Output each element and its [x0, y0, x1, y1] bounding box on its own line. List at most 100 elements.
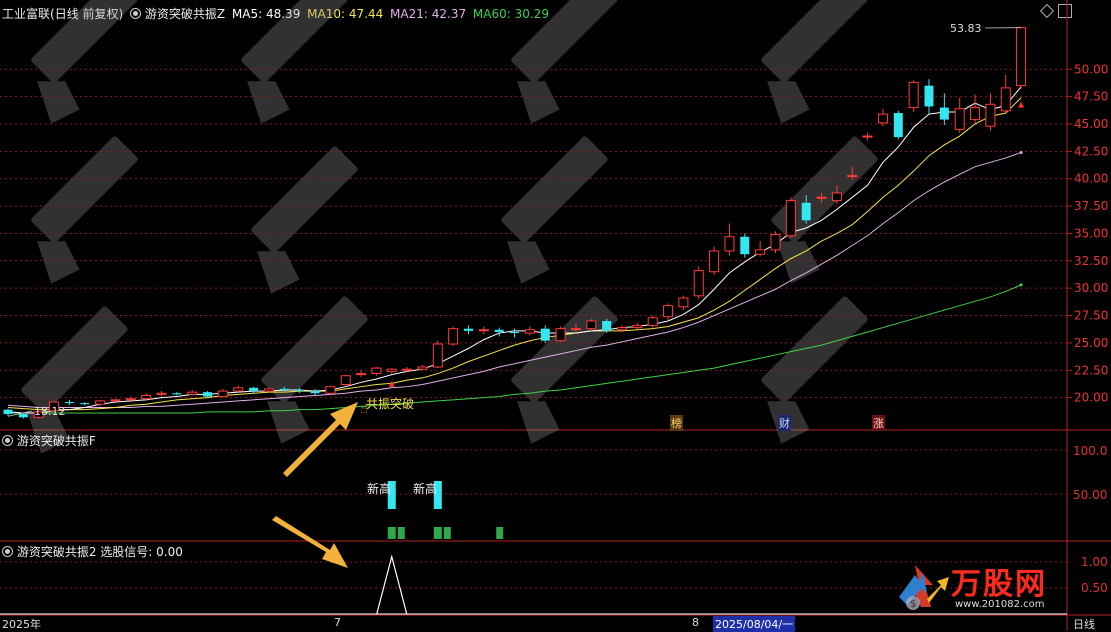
panel-f-header: 游资突破共振F [2, 432, 96, 449]
panel-2-tick-05: 0.50 [1081, 581, 1108, 595]
watermark-logo [489, 0, 645, 131]
panel-f-content [388, 481, 503, 539]
candle-body-up [587, 321, 596, 329]
candle-body-down [203, 392, 212, 396]
panel-2-settings-icon[interactable] [2, 546, 13, 557]
candle-body-up [679, 298, 688, 307]
candle-body-up [817, 197, 826, 198]
candle-body-up [157, 393, 166, 394]
price-tick-label: 47.50 [1074, 90, 1108, 104]
time-axis-month-8: 8 [692, 616, 699, 629]
candle-body-down [464, 329, 473, 331]
signal-label: 共振突破 [366, 395, 414, 412]
watermark-logo [239, 295, 395, 451]
candle-body-up [986, 104, 995, 126]
candle-body-up [571, 329, 580, 330]
candle-body-up [1001, 88, 1010, 111]
candle-body-up [832, 193, 841, 201]
brand-logo-icon: $ [893, 555, 953, 613]
candle-body-up [909, 82, 918, 107]
ma60-end [1020, 283, 1023, 286]
brand-name: 万股网 [951, 559, 1047, 603]
candle-body-down [940, 108, 949, 120]
candle-body-down [925, 86, 934, 107]
candle-body-up [664, 306, 673, 317]
price-tick-label: 25.00 [1074, 336, 1108, 350]
price-tick-label: 20.00 [1074, 391, 1108, 405]
panel-f-label-2: 新高 [413, 480, 437, 497]
price-tick-label: 27.50 [1074, 309, 1108, 323]
panel-f-title[interactable]: 游资突破共振F [17, 434, 96, 448]
candle-body-down [510, 332, 519, 333]
panel-2-title[interactable]: 游资突破共振2 [17, 545, 97, 559]
price-tick-label: 30.00 [1074, 281, 1108, 295]
candle-body-up [126, 399, 135, 400]
candle-body-up [633, 325, 642, 327]
candle-body-down [740, 237, 749, 255]
candle-body-up [756, 250, 765, 254]
candle-body-up [771, 235, 780, 250]
watermark-box [240, 0, 349, 84]
candle-body-down [280, 389, 289, 390]
panel-f-settings-icon[interactable] [2, 435, 13, 446]
candle-body-up [479, 330, 488, 331]
period-mode-button[interactable]: 日线 [1073, 616, 1095, 632]
panel-2-header: 游资突破共振2 选股信号: 0.00 [2, 543, 183, 560]
time-axis-year: 2025年 [2, 616, 41, 632]
candle-body-down [311, 391, 320, 393]
watermark-logo [9, 0, 165, 131]
candle-body-up [648, 318, 657, 326]
event-marker-bang[interactable]: 榜 [670, 415, 683, 431]
price-grid [0, 69, 1067, 588]
price-tick-label: 32.50 [1074, 254, 1108, 268]
svg-text:$: $ [910, 599, 916, 610]
candle-body-down [894, 113, 903, 137]
candle-body-down [172, 393, 181, 394]
candle-body-up [449, 329, 458, 344]
watermark-logo [479, 135, 635, 291]
candle-body-down [249, 388, 258, 391]
price-axis-ticks: 20.0022.5025.0027.5030.0032.5035.0037.50… [1067, 62, 1108, 404]
event-marker-zhang[interactable]: 涨 [872, 415, 885, 431]
candle-body-up [971, 108, 980, 120]
candle-body-up [387, 369, 396, 371]
ma21-end [1020, 151, 1023, 154]
watermark-logo [749, 135, 905, 291]
event-marker-cai[interactable]: 财 [778, 415, 791, 431]
chart-canvas[interactable]: 20.0022.5025.0027.5030.0032.5035.0037.50… [0, 0, 1111, 631]
hand-pointer-icon: ☝ [360, 402, 368, 417]
watermark-logo [229, 145, 385, 301]
panel-2-signal-peak [377, 557, 407, 614]
cursor-date-label: 2025/08/04/一 [713, 616, 795, 632]
watermark-logo [219, 0, 375, 131]
price-tick-label: 50.00 [1074, 62, 1108, 76]
panel-2-tick-1: 1.00 [1081, 555, 1108, 569]
panel-f-tick-100: 100.0 [1073, 444, 1107, 458]
candle-body-down [295, 390, 304, 391]
candle-body-up [264, 389, 273, 391]
candle-body-up [725, 237, 734, 251]
candle-body-up [556, 329, 565, 341]
candle-body-up [418, 367, 427, 369]
panel-2-signal: 选股信号: 0.00 [100, 545, 183, 559]
candle-body-down [80, 403, 89, 404]
watermark-box [760, 295, 869, 404]
watermark-box [510, 0, 619, 84]
watermark-box [250, 145, 359, 254]
candle-body-down [541, 329, 550, 341]
candle-body-up [618, 328, 627, 330]
price-tick-label: 22.50 [1074, 363, 1108, 377]
price-tick-label: 40.00 [1074, 172, 1108, 186]
candle-body-up [955, 109, 964, 130]
price-tick-label: 42.50 [1074, 144, 1108, 158]
candle-body-down [495, 330, 504, 332]
candle-body-up [433, 344, 442, 367]
signal-up-arrow [1018, 102, 1024, 108]
watermark-logo [489, 295, 645, 451]
price-tick-label: 37.50 [1074, 199, 1108, 213]
watermark-box [760, 0, 869, 84]
candle-body-up [96, 401, 105, 404]
time-axis-month-7: 7 [334, 616, 341, 629]
ma21-line [8, 152, 1021, 407]
candle-body-down [19, 414, 28, 417]
